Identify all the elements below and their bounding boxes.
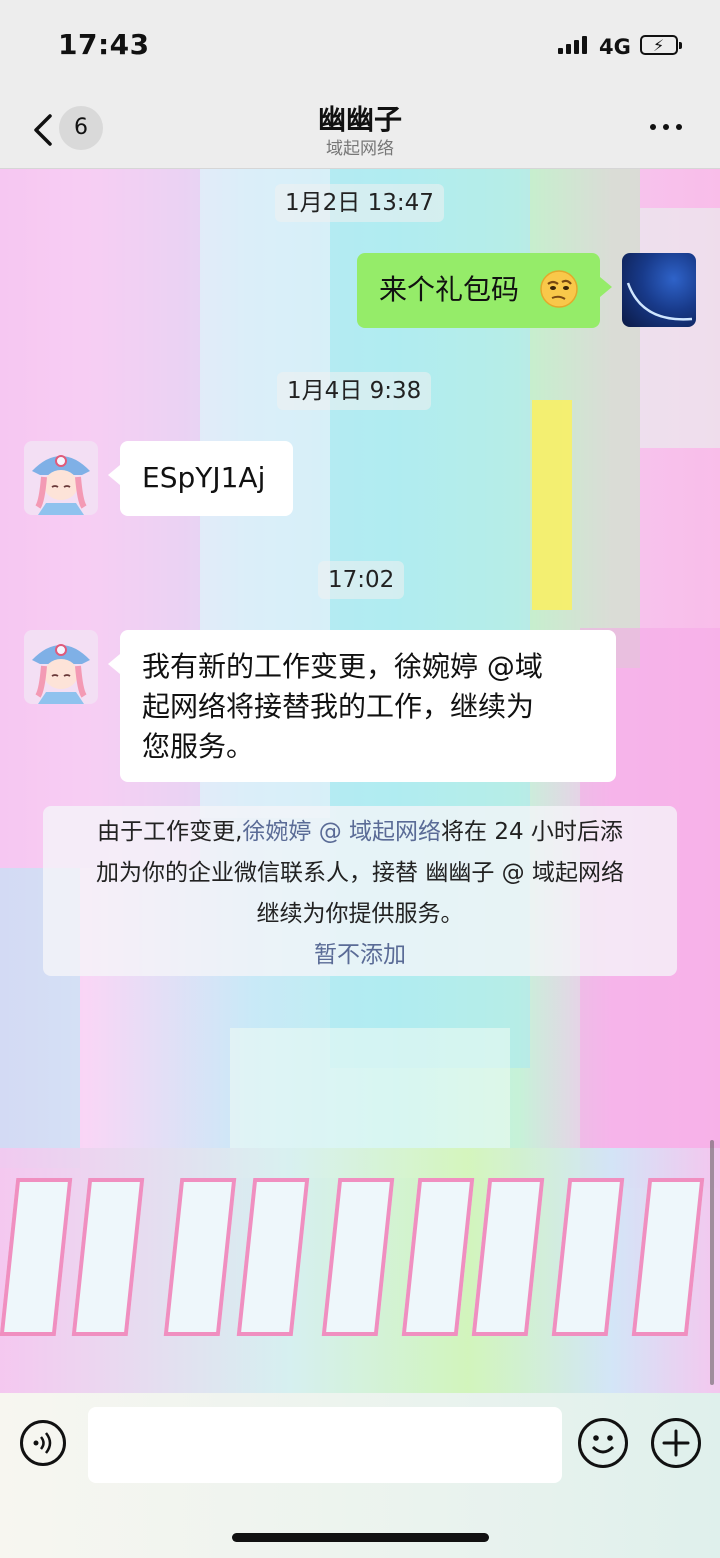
notice-line: 继续为你提供服务。 xyxy=(256,901,464,927)
message-text: 来个礼包码 xyxy=(379,273,520,306)
message-line: 您服务。 xyxy=(142,730,255,763)
contact-avatar[interactable] xyxy=(24,630,98,704)
message-text: ESpYJ1Aj xyxy=(142,461,266,494)
status-time: 17:43 xyxy=(58,28,150,61)
home-indicator[interactable] xyxy=(232,1533,489,1542)
network-type: 4G xyxy=(599,35,631,59)
decline-add-button[interactable]: 暂不添加 xyxy=(43,935,677,976)
earth-arc-icon xyxy=(626,282,693,321)
contact-avatar[interactable] xyxy=(24,441,98,515)
message-text: 我有新的工作变更，徐婉婷 @域 起网络将接替我的工作，继续为 您服务。 xyxy=(142,647,543,767)
status-bar: 17:43 4G ⚡ xyxy=(0,0,720,90)
chat-title: 幽幽子 xyxy=(317,103,402,136)
outgoing-message-bubble[interactable]: 来个礼包码 xyxy=(357,253,612,328)
timestamp: 1月4日 9:38 xyxy=(277,372,432,410)
chat-header: 6 幽幽子 域起网络 xyxy=(0,90,720,169)
wallpaper-yellow-bar xyxy=(532,400,572,610)
battery-charging-icon: ⚡ xyxy=(640,35,682,55)
new-contact-link[interactable]: 徐婉婷 @ 域起网络 xyxy=(242,819,441,845)
more-dots-icon[interactable] xyxy=(650,124,682,130)
anime-girl-avatar-icon xyxy=(32,644,90,704)
system-notice: 由于工作变更,徐婉婷 @ 域起网络将在 24 小时后添 加为你的企业微信联系人，… xyxy=(43,806,677,976)
incoming-message-bubble[interactable]: ESpYJ1Aj xyxy=(108,441,293,516)
message-line: 起网络将接替我的工作，继续为 xyxy=(142,690,535,723)
anime-girl-avatar-icon xyxy=(32,455,90,515)
signal-icon xyxy=(558,36,587,54)
chat-subtitle: 域起网络 xyxy=(326,139,394,159)
message-line: 我有新的工作变更，徐婉婷 @域 xyxy=(142,650,543,683)
notice-line: 由于工作变更,徐婉婷 @ 域起网络将在 24 小时后添 xyxy=(97,819,623,845)
message-input[interactable] xyxy=(88,1407,562,1483)
thinking-emoji-icon xyxy=(538,268,580,321)
voice-icon[interactable] xyxy=(20,1420,66,1466)
plus-icon[interactable] xyxy=(651,1418,701,1468)
scrollbar[interactable] xyxy=(710,1140,714,1385)
notice-line: 加为你的企业微信联系人，接替 幽幽子 @ 域起网络 xyxy=(96,860,624,886)
timestamp: 17:02 xyxy=(318,561,405,599)
my-avatar[interactable] xyxy=(622,253,696,327)
timestamp: 1月2日 13:47 xyxy=(275,184,444,222)
incoming-message-bubble[interactable]: 我有新的工作变更，徐婉婷 @域 起网络将接替我的工作，继续为 您服务。 xyxy=(108,630,616,782)
emoji-icon[interactable] xyxy=(578,1418,628,1468)
